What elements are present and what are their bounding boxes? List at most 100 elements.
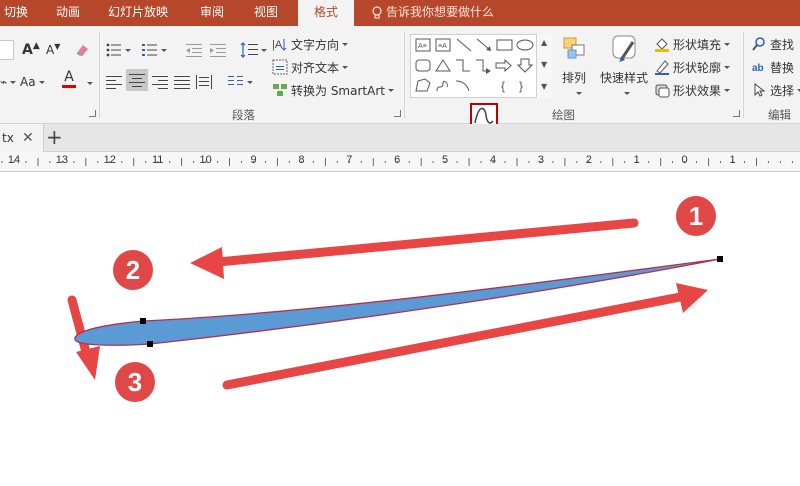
ruler-number: 0: [681, 154, 688, 166]
freeform-blue-shape[interactable]: [74, 258, 721, 346]
ruler-number: 11: [151, 154, 164, 166]
bullets-button[interactable]: [106, 40, 131, 60]
badge-3-label: 3: [128, 367, 142, 397]
align-right-button[interactable]: [152, 72, 168, 92]
shapes-grid: A≡ ≡A { }: [415, 38, 534, 93]
font-group-launcher[interactable]: [89, 110, 96, 117]
change-case-button[interactable]: Aa: [20, 72, 45, 92]
quick-styles-icon: [612, 35, 636, 62]
ruler-number: 10: [199, 154, 212, 166]
vertical-text-box-shape-icon: ≡A: [435, 38, 451, 52]
font-color-button[interactable]: A: [62, 70, 76, 94]
find-button[interactable]: 查找: [752, 34, 794, 54]
badge-1: 1: [676, 196, 716, 236]
quick-styles-icon-box[interactable]: [608, 34, 642, 64]
scroll-down-icon[interactable]: ▼: [541, 60, 547, 69]
svg-text:|A: |A: [272, 39, 283, 51]
tell-me-text: 告诉我你想要做什么: [386, 5, 495, 19]
badge-1-label: 1: [689, 201, 703, 231]
triangle-shape-icon: [435, 59, 451, 72]
tab-transitions[interactable]: 切换: [4, 0, 28, 26]
align-center-button[interactable]: [126, 69, 148, 91]
eraser-icon: [76, 45, 88, 56]
arrange-dropdown-icon[interactable]: [576, 92, 582, 95]
add-tab-icon[interactable]: +: [46, 124, 63, 150]
font-color-dropdown[interactable]: [87, 82, 93, 85]
annotation-arrow-1: [190, 218, 639, 279]
increase-indent-button[interactable]: [210, 40, 226, 60]
select-button[interactable]: 选择: [752, 80, 800, 100]
clear-format-button[interactable]: [74, 40, 90, 60]
svg-text:A≡: A≡: [418, 43, 427, 50]
decrease-indent-button[interactable]: [186, 40, 202, 60]
drawing-group-launcher[interactable]: [733, 110, 740, 117]
align-right-icon: [152, 76, 168, 89]
document-tab-strip: tx ✕ +: [0, 124, 800, 152]
quick-styles-dropdown-icon[interactable]: [624, 92, 630, 95]
decrease-font-size-button[interactable]: A ▼: [46, 40, 60, 60]
ruler-number: 9: [250, 154, 257, 166]
arrange-button[interactable]: 排列: [562, 68, 586, 86]
scroll-up-icon[interactable]: ▲: [541, 38, 547, 47]
tab-animations[interactable]: 动画: [56, 0, 80, 26]
search-icon: [752, 37, 765, 51]
shape-effects-icon: [655, 84, 670, 98]
elbow-arrow-shape-icon: [476, 59, 491, 74]
line-spacing-button[interactable]: [240, 40, 267, 60]
format-painter-fragment[interactable]: ⌁: [0, 72, 17, 92]
shapes-gallery-scroll[interactable]: ▲ ▼ ▼: [536, 34, 552, 98]
scribble-shape-icon: [436, 80, 448, 92]
ruler-number: 4: [489, 154, 497, 166]
freeform-shape-icon: [415, 78, 431, 92]
tab-review[interactable]: 审阅: [200, 0, 224, 26]
svg-text:}: }: [519, 79, 523, 93]
align-text-button[interactable]: 对齐文本: [272, 57, 349, 77]
quick-styles-button[interactable]: 快速样式: [600, 68, 648, 86]
increase-font-size-button[interactable]: A ▲: [22, 40, 40, 60]
svg-text:ab: ab: [752, 63, 764, 74]
vertex-handle[interactable]: [140, 318, 146, 324]
line-spacing-icon: [240, 42, 258, 58]
arrange-icon-box[interactable]: [560, 36, 590, 60]
text-direction-button[interactable]: |A 文字方向: [272, 34, 349, 54]
tab-format[interactable]: 格式: [298, 0, 354, 26]
shape-outline-button[interactable]: 形状轮廓: [654, 57, 731, 77]
right-arrow-shape-icon: [495, 58, 512, 73]
align-left-button[interactable]: [106, 72, 122, 92]
distributed-button[interactable]: [196, 72, 212, 92]
text-box-shape-icon: A≡: [415, 38, 431, 52]
oval-shape-icon: [516, 39, 534, 51]
numbering-button[interactable]: [142, 40, 167, 60]
convert-smartart-button[interactable]: 转换为 SmartArt: [272, 80, 394, 100]
document-tab[interactable]: tx ✕: [0, 124, 44, 152]
vertex-handle[interactable]: [147, 341, 153, 347]
paragraph-group-launcher[interactable]: [394, 110, 401, 117]
gallery-more-icon[interactable]: ▼: [541, 82, 547, 91]
columns-button[interactable]: [228, 72, 253, 92]
tab-slideshow[interactable]: 幻灯片放映: [108, 0, 168, 26]
font-size-box[interactable]: [0, 40, 14, 60]
tab-view[interactable]: 视图: [254, 0, 278, 26]
shape-effects-button[interactable]: 形状效果: [654, 80, 731, 100]
left-brace-shape-icon: {: [501, 79, 505, 93]
paint-bucket-icon: [655, 38, 669, 52]
vertex-handle[interactable]: [717, 256, 723, 262]
document-tab-name: tx: [2, 131, 14, 145]
replace-button[interactable]: ab 替换: [752, 57, 794, 77]
arrow-line-shape-icon: [476, 38, 491, 51]
ruler-number: 7: [346, 154, 353, 166]
text-direction-icon: |A: [272, 39, 287, 51]
bullet-list-icon: [106, 43, 121, 57]
distributed-icon: [196, 75, 212, 89]
close-tab-icon[interactable]: ✕: [22, 124, 34, 152]
replace-icon: ab: [752, 63, 764, 74]
tell-me-box[interactable]: 告诉我你想要做什么: [372, 0, 494, 26]
slide-canvas[interactable]: 1 2 3: [0, 176, 800, 486]
shape-fill-button[interactable]: 形状填充: [654, 34, 731, 54]
shapes-gallery[interactable]: A≡ ≡A { }: [410, 34, 552, 98]
numbered-list-icon: [142, 44, 157, 56]
justify-button[interactable]: [174, 72, 190, 92]
editing-group-label: 编辑: [768, 108, 791, 122]
ruler-number: 12: [103, 154, 116, 166]
lightbulb-icon: [372, 5, 382, 19]
